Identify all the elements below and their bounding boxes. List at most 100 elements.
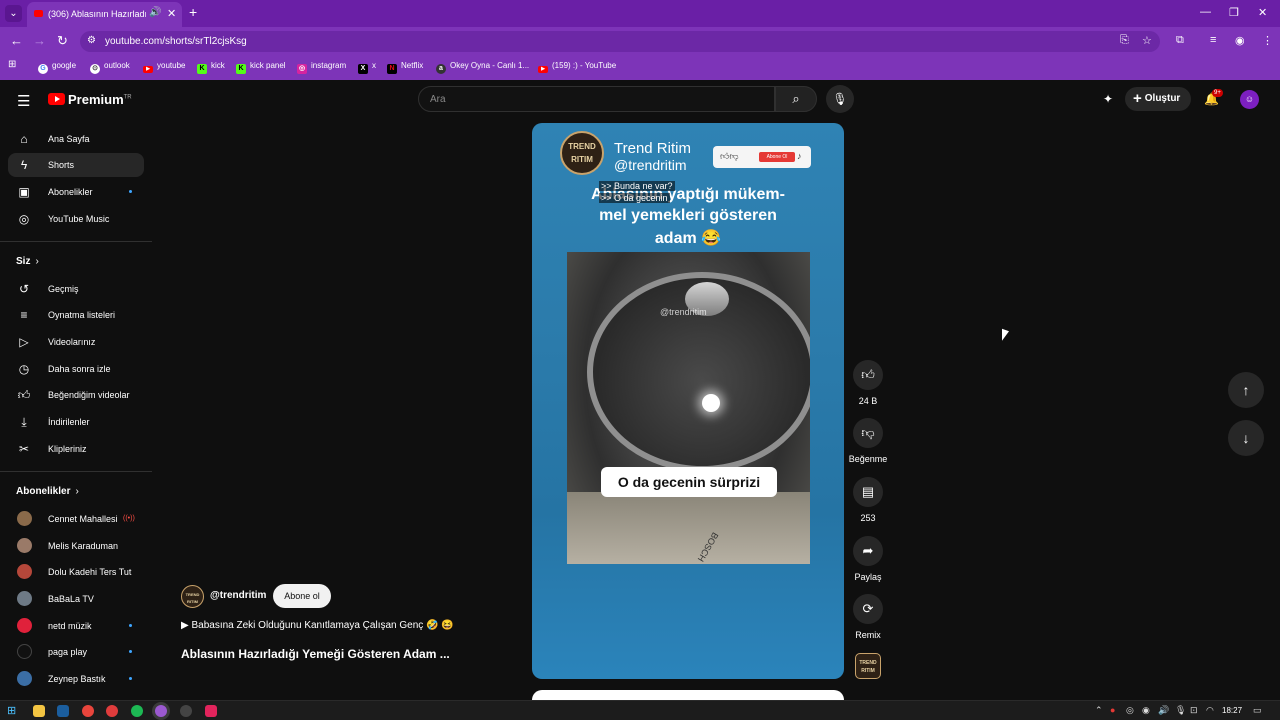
watch-later-icon: ◷ (18, 362, 30, 376)
bookmark-youtube-159[interactable]: ▶ (159) :) - YouTube (538, 61, 616, 73)
network-icon[interactable]: ⊡ (1190, 705, 1198, 716)
search-input[interactable]: Ara (418, 86, 775, 112)
steam-tray-icon[interactable]: ◉ (1142, 705, 1150, 716)
youtube-premium-logo[interactable]: PremiumTR (48, 92, 132, 107)
account-avatar[interactable]: ☺ (1240, 90, 1259, 109)
steam-icon[interactable] (57, 705, 69, 717)
sidebar-channel-netd-muzik[interactable]: netd müzik (8, 614, 144, 638)
sound-channel-avatar[interactable]: TREND RITIM (855, 653, 881, 679)
volume-icon[interactable]: 🔊 (1158, 705, 1169, 716)
sidebar-item-playlists[interactable]: ≡ Oynatma listeleri (8, 303, 144, 327)
bookmarks-bar: ⊞ Ggoogle ⊙ outlook ▶ youtube Kkick Kkick … (0, 55, 1280, 80)
sidebar-item-home[interactable]: ⌂ Ana Sayfa (8, 127, 144, 151)
sidebar-you-header[interactable]: Siz › (16, 256, 39, 267)
sidebar-item-youtube-music[interactable]: ◎ YouTube Music (8, 207, 144, 231)
sidebar-item-subscriptions[interactable]: ▣ Abonelikler (8, 180, 144, 204)
remix-label: Remix (855, 630, 881, 640)
create-ai-icon[interactable]: ✦ (1103, 92, 1113, 106)
media-control-icon[interactable]: ≡ (1210, 34, 1216, 46)
subscribe-button[interactable]: Abone ol (273, 584, 331, 608)
opera-icon[interactable] (106, 705, 118, 717)
url-bar[interactable]: ⚙ youtube.com/shorts/srTl2cjsKsg (80, 31, 1160, 52)
sidebar-item-your-videos[interactable]: ▷ Videolarınız (8, 330, 144, 354)
channel-avatar (17, 538, 32, 553)
bookmark-youtube[interactable]: ▶ youtube (143, 61, 185, 73)
sidebar-item-watch-later[interactable]: ◷ Daha sonra izle (8, 357, 144, 381)
browser-menu-icon[interactable]: ⋮ (1262, 34, 1273, 47)
like-button[interactable]: 👍︎ 24 B (852, 360, 884, 406)
bookmark-outlook[interactable]: ⊙ outlook (90, 61, 130, 74)
short-video-player[interactable]: TREND RITIM Trend Ritim @trendritim 👍︎👎︎ … (532, 123, 844, 679)
notification-center-icon[interactable]: ▭ (1253, 705, 1262, 716)
trend-ritim-logo: TREND RITIM (560, 131, 604, 175)
notifications-button[interactable]: 🔔 9+ (1204, 89, 1223, 106)
bookmark-star-icon[interactable]: ☆ (1142, 34, 1152, 47)
sidebar-item-shorts[interactable]: ϟ Shorts (8, 153, 144, 177)
clock-app-icon[interactable] (180, 705, 192, 717)
search-button[interactable]: ⌕ (775, 86, 817, 112)
bookmark-kick-panel[interactable]: Kkick panel (236, 61, 286, 74)
forward-icon[interactable]: → (33, 33, 46, 48)
sidebar-item-liked-videos[interactable]: 👍︎ Beğendiğim videolar (8, 383, 144, 407)
install-app-icon[interactable]: ⎘ (1120, 34, 1129, 47)
restore-icon[interactable]: ❐ (1229, 6, 1239, 19)
new-tab-button[interactable]: + (189, 4, 197, 20)
create-button[interactable]: + Oluştur (1125, 87, 1191, 111)
netflix-icon: N (387, 64, 397, 74)
related-video-link[interactable]: ▶ Babasına Zeki Olduğunu Kanıtlamaya Çal… (181, 620, 454, 631)
sidebar-subscriptions-header[interactable]: Abonelikler › (16, 486, 79, 497)
bookmark-okey[interactable]: a Okey Oyna - Canlı 1... (436, 61, 529, 74)
site-info-icon[interactable]: ⚙ (87, 35, 96, 46)
file-explorer-icon[interactable] (33, 705, 45, 717)
bookmark-netflix[interactable]: N Netflix (387, 61, 423, 74)
menu-icon[interactable]: ☰ (17, 92, 30, 110)
sidebar-item-downloads[interactable]: ⤓ İndirilenler (8, 410, 144, 434)
sidebar-item-clips[interactable]: ✂ Klipleriniz (8, 437, 144, 461)
tray-overflow-icon[interactable]: ⌃ (1095, 705, 1103, 716)
channel-avatar[interactable]: TREND RITIM (181, 585, 204, 608)
share-button[interactable]: ➦ Paylaş (852, 536, 884, 582)
previous-short-button[interactable]: ↑ (1228, 372, 1264, 408)
extensions-icon[interactable]: ⧉ (1176, 34, 1184, 47)
comments-button[interactable]: ▤ 253 (852, 477, 884, 523)
sidebar-channel-paga-play[interactable]: paga play (8, 640, 144, 664)
tab-search-icon[interactable]: ⌄ (5, 5, 22, 22)
window-close-icon[interactable]: ✕ (1258, 6, 1267, 19)
tray-app-icon[interactable]: ● (1110, 705, 1115, 715)
dislike-button[interactable]: 👎︎ Beğenme (849, 418, 887, 464)
remix-button[interactable]: ⟳ Remix (852, 594, 884, 640)
short-title[interactable]: Ablasının Hazırladığı Yemeği Gösteren Ad… (181, 647, 450, 661)
bookmark-google[interactable]: Ggoogle (38, 61, 76, 74)
spotify-icon[interactable] (131, 705, 143, 717)
profile-icon[interactable]: ◉ (1235, 34, 1245, 47)
sidebar-channel-babala-tv[interactable]: BaBaLa TV (8, 587, 144, 611)
sidebar-channel-cennet-mahallesi[interactable]: Cennet Mahallesi ((•)) (8, 507, 144, 531)
kick-icon: K (197, 64, 207, 74)
apps-grid-icon[interactable]: ⊞ (8, 59, 16, 70)
bookmark-instagram[interactable]: ◎ instagram (297, 61, 346, 74)
x-icon: X (358, 64, 368, 74)
tray-app-icon[interactable]: ◎ (1126, 705, 1134, 716)
taskbar-clock[interactable]: 18:27 (1222, 706, 1242, 715)
browser-tab[interactable]: (306) Ablasının Hazırladığı Y 🔊 ✕ (27, 2, 182, 27)
reload-icon[interactable]: ↻ (57, 33, 68, 49)
tab-close-icon[interactable]: ✕ (167, 7, 176, 20)
sidebar-item-history[interactable]: ↺ Geçmiş (8, 277, 144, 301)
sidebar-channel-zeynep-bastik[interactable]: Zeynep Bastık (8, 667, 144, 691)
sidebar-channel-dolu-kadehi[interactable]: Dolu Kadehi Ters Tut (8, 560, 144, 584)
microphone-icon[interactable]: 🎙 (1175, 705, 1186, 716)
chrome-icon[interactable] (82, 705, 94, 717)
minimize-icon[interactable]: — (1200, 6, 1211, 18)
next-short-button[interactable]: ↓ (1228, 420, 1264, 456)
tab-audio-icon[interactable]: 🔊 (149, 7, 161, 18)
active-browser-icon[interactable] (155, 705, 167, 717)
app-icon[interactable] (205, 705, 217, 717)
bookmark-kick[interactable]: Kkick (197, 61, 225, 74)
back-icon[interactable]: ← (10, 33, 23, 48)
wifi-icon[interactable]: ◠ (1206, 705, 1214, 716)
voice-search-button[interactable]: 🎙 (826, 85, 854, 113)
channel-handle-link[interactable]: @trendritim (210, 590, 266, 601)
windows-start-icon[interactable]: ⊞ (7, 705, 19, 717)
sidebar-channel-melis-karaduman[interactable]: Melis Karaduman (8, 534, 144, 558)
bookmark-x[interactable]: Xx (358, 61, 376, 74)
